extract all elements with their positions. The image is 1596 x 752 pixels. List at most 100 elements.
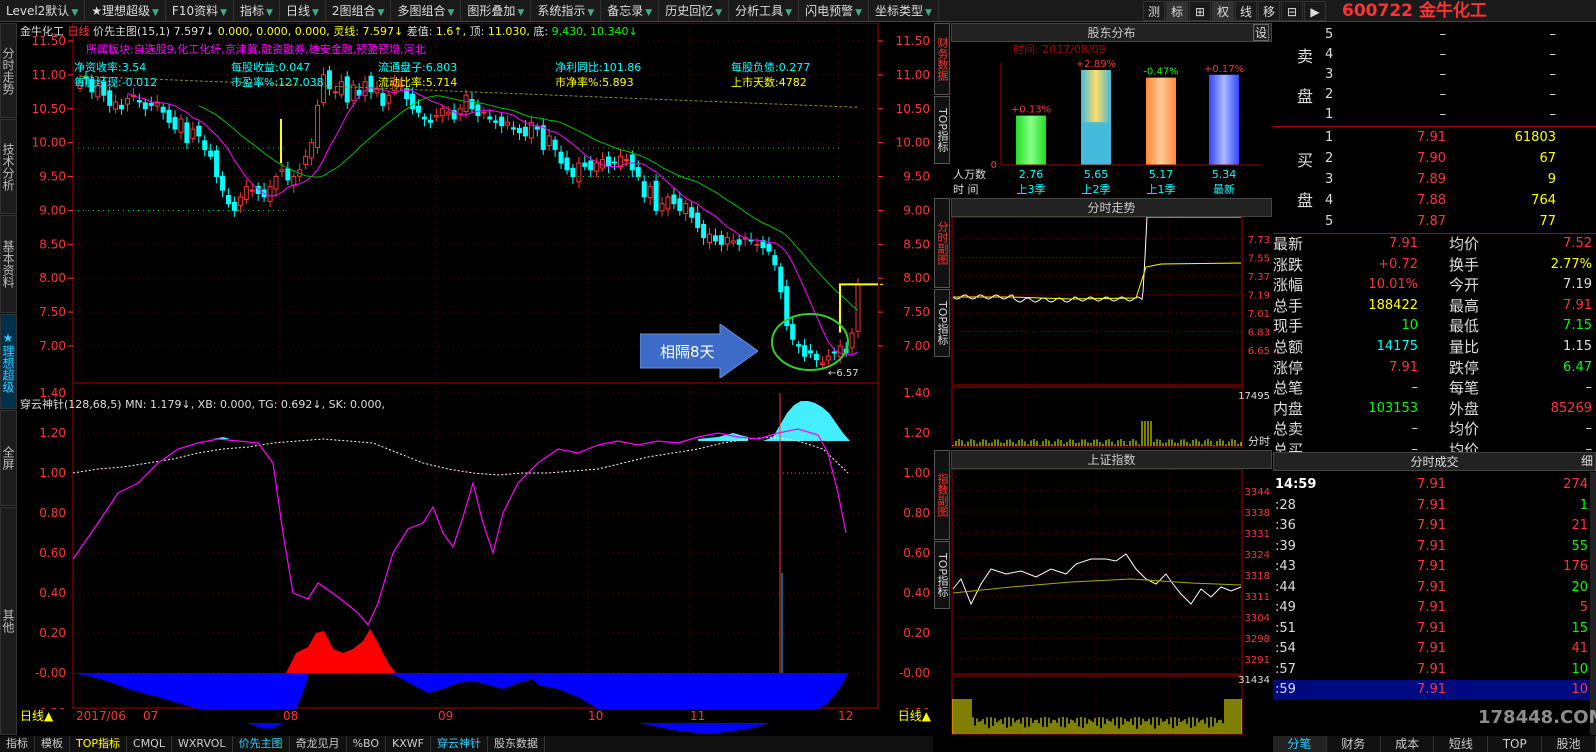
stat-row[interactable]: 涨幅 10.01% 今开 7.19 — [1273, 275, 1596, 295]
trade-row[interactable]: :57 7.91 10 — [1273, 660, 1596, 680]
indicator-tab[interactable]: 股东数据 — [488, 736, 545, 752]
trade-row[interactable]: :39 7.91 55 — [1273, 537, 1596, 557]
info-field[interactable]: 流通盘子:6.803 — [378, 59, 457, 75]
leftnav-tab[interactable]: 分时走势 — [0, 23, 17, 118]
quote-tab[interactable]: 短线 — [1434, 736, 1489, 752]
buy-row[interactable]: 1 7.91 61803 — [1273, 128, 1596, 148]
info-field[interactable]: 每股经现:-0.012 — [74, 74, 157, 90]
intraday-chart[interactable]: 7.73 7.55 7.37 7.19 7.01 6.83 6.65 17495 分时 — [951, 217, 1272, 449]
trade-row[interactable]: :51 7.91 15 — [1273, 619, 1596, 639]
indicator-tab[interactable]: CMQL — [127, 736, 172, 752]
indicator-tab[interactable]: 价先主图 — [233, 736, 290, 752]
menu-item[interactable]: 分析工具 ▼ — [729, 0, 800, 21]
trade-row[interactable]: :28 7.91 1 — [1273, 496, 1596, 516]
leftnav-tab[interactable]: ★理想超级 — [0, 314, 17, 409]
indicator-tab[interactable]: KXWF — [386, 736, 431, 752]
trade-row[interactable]: :49 7.91 5 — [1273, 598, 1596, 618]
menu-item[interactable]: 闪电预警 ▼ — [799, 0, 870, 21]
trades-detail-button[interactable]: 细 — [1553, 453, 1593, 470]
stat-row[interactable]: 最新 7.91 均价 7.52 — [1273, 234, 1596, 254]
trade-row[interactable]: :54 7.91 41 — [1273, 639, 1596, 659]
vertical-tab[interactable]: 指数副图 — [934, 450, 950, 540]
divider[interactable] — [1273, 126, 1596, 127]
indicator-tab[interactable]: %BO — [347, 736, 387, 752]
sell-row[interactable]: 3 – – — [1273, 65, 1596, 85]
trade-row[interactable]: :44 7.91 20 — [1273, 578, 1596, 598]
vertical-tab[interactable]: TOP指标 — [934, 541, 950, 609]
quote-tab[interactable]: TOP — [1488, 736, 1543, 752]
info-field[interactable]: 上市天数:4782 — [731, 74, 807, 90]
trade-row[interactable]: :36 7.91 21 — [1273, 516, 1596, 536]
kline-svg[interactable]: 11.50 11.5011.00 11.0010.50 10.5010.00 10.00… — [18, 22, 933, 735]
quote-tab[interactable]: 财务 — [1326, 736, 1381, 752]
menu-item[interactable]: 多图组合 ▼ — [391, 0, 462, 21]
vertical-tab[interactable]: TOP指标 — [934, 289, 950, 357]
menu-item[interactable]: 备忘录 ▼ — [601, 0, 660, 21]
trade-row[interactable]: :43 7.91 176 — [1273, 557, 1596, 577]
menu-item[interactable]: 指标 ▼ — [234, 0, 280, 21]
info-field[interactable]: 净资收率:3.54 — [74, 59, 146, 75]
trades-title[interactable]: 分时成交 — [1273, 452, 1596, 471]
scrollbar[interactable] — [1590, 472, 1596, 735]
info-field[interactable]: 市盈率%:127.038 — [231, 74, 324, 90]
menu-item[interactable]: 图形叠加 ▼ — [461, 0, 532, 21]
stat-row[interactable]: 总手 188422 最高 7.91 — [1273, 296, 1596, 316]
vertical-tab[interactable]: 财务数据 — [934, 23, 950, 95]
index-chart[interactable]: 3344 3338 3331 3324 3318 3311 3304 3298 3291 3143… — [951, 469, 1272, 735]
settings-button[interactable]: 设 — [1253, 24, 1269, 41]
sell-row[interactable]: 5 – – — [1273, 25, 1596, 45]
info-field[interactable]: 市净率%:5.893 — [555, 74, 634, 90]
quote-tab[interactable]: 成本 — [1380, 736, 1435, 752]
toolbar-button[interactable]: 线 — [1235, 0, 1257, 21]
menu-item[interactable]: F10资料 ▼ — [166, 0, 235, 21]
toolbar-button[interactable]: 标 — [1166, 0, 1188, 21]
menu-item[interactable]: 坐标类型 ▼ — [869, 0, 939, 21]
stat-row[interactable]: 涨跌 +0.72 换手 2.77% — [1273, 255, 1596, 275]
info-field[interactable]: 每股收益:0.047 — [231, 59, 310, 75]
stat-row[interactable]: 总卖 – 均价 – — [1273, 419, 1596, 439]
stat-row[interactable]: 内盘 103153 外盘 85269 — [1273, 399, 1596, 419]
indicator-tab[interactable]: 模板 — [35, 736, 70, 752]
trade-row[interactable]: :59 7.91 10 — [1273, 680, 1596, 700]
sell-row[interactable]: 2 – – — [1273, 85, 1596, 105]
indicator-tab[interactable]: TOP指标 — [70, 736, 128, 752]
trade-row[interactable]: 14:59 7.91 274 — [1273, 475, 1596, 495]
buy-row[interactable]: 5 7.87 77 — [1273, 212, 1596, 232]
menu-item[interactable]: Level2默认 ▼ — [0, 0, 86, 21]
vertical-tab[interactable]: TOP指标 — [934, 96, 950, 164]
leftnav-tab[interactable]: 全屏 — [0, 410, 17, 506]
info-field[interactable]: 净利同比:101.86 — [555, 59, 641, 75]
leftnav-tab[interactable]: 其他 — [0, 507, 17, 735]
buy-row[interactable]: 3 7.89 9 — [1273, 170, 1596, 190]
info-field[interactable]: 每股负债:0.277 — [731, 59, 810, 75]
quote-tab[interactable]: 分笔 — [1273, 736, 1327, 752]
stat-row[interactable]: 涨停 7.91 跌停 6.47 — [1273, 358, 1596, 378]
toolbar-button[interactable]: ▶ — [1304, 0, 1326, 21]
sell-row[interactable]: 4 – – — [1273, 45, 1596, 65]
buy-row[interactable]: 2 7.90 67 — [1273, 149, 1596, 169]
toolbar-button[interactable]: ⊞ — [1189, 0, 1211, 21]
indicator-tab[interactable]: 穿云神针 — [431, 736, 488, 752]
toolbar-button[interactable]: ⊟ — [1281, 0, 1303, 21]
toolbar-button[interactable]: 移 — [1258, 0, 1280, 21]
indicator-tab[interactable]: WXRVOL — [172, 736, 233, 752]
stat-row[interactable]: 总笔 – 每笔 – — [1273, 378, 1596, 398]
leftnav-tab[interactable]: 基本资料 — [0, 215, 17, 313]
indicator-tab[interactable]: 奇龙见月 — [290, 736, 347, 752]
indicator-tab[interactable]: 指标 — [0, 736, 35, 752]
buy-row[interactable]: 4 7.88 764 — [1273, 191, 1596, 211]
toolbar-button[interactable]: 测 — [1143, 0, 1165, 21]
info-field[interactable]: 流动比率:5.714 — [378, 74, 457, 90]
menu-item[interactable]: 系统指示 ▼ — [531, 0, 602, 21]
toolbar-button[interactable]: 权 — [1212, 0, 1234, 21]
main-chart-area[interactable]: 11.50 11.50 11.00 11.00 10.50 10.50 10.00 10.00… — [18, 22, 933, 735]
vertical-tab[interactable]: 分时副图 — [934, 198, 950, 288]
menu-item[interactable]: 历史回忆 ▼ — [659, 0, 730, 21]
menu-item[interactable]: 2图组合 ▼ — [326, 0, 392, 21]
leftnav-tab[interactable]: 技术分析 — [0, 119, 17, 214]
sell-row[interactable]: 1 – – — [1273, 105, 1596, 125]
menu-item[interactable]: 日线 ▼ — [280, 0, 326, 21]
quote-tab[interactable]: 股池 — [1542, 736, 1596, 752]
stat-row[interactable]: 总额 14175 量比 1.15 — [1273, 337, 1596, 357]
stat-row[interactable]: 现手 10 最低 7.15 — [1273, 316, 1596, 336]
